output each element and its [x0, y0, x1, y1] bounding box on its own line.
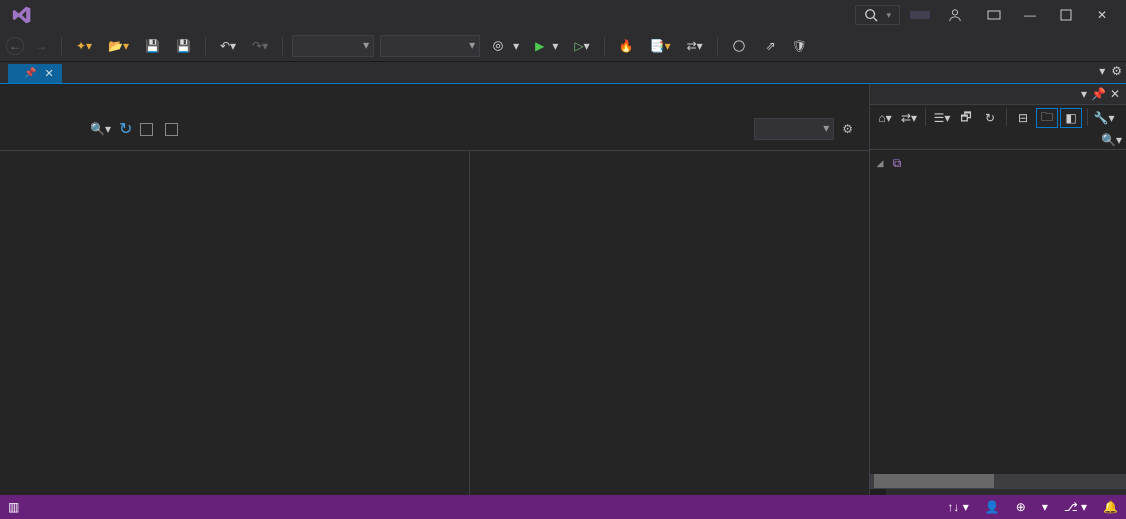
gear-icon: [491, 39, 505, 53]
sign-in-button[interactable]: [940, 8, 976, 22]
current-branch[interactable]: ▾: [1042, 500, 1048, 514]
repo-name[interactable]: ⎇ ▾: [1064, 500, 1087, 514]
solution-root[interactable]: ◢ ⧉: [870, 154, 1126, 173]
hot-reload-button[interactable]: 🔥: [614, 36, 639, 56]
active-window-title[interactable]: [910, 11, 930, 19]
solution-explorer-title: ▾ 📌 ✕: [870, 84, 1126, 105]
github-user[interactable]: ⊕: [1016, 500, 1026, 514]
document-tab-strip: 📌 ✕ ▾ ⚙: [0, 62, 1126, 84]
solution-tree[interactable]: ◢ ⧉: [870, 150, 1126, 474]
refresh-button[interactable]: ↻: [979, 108, 1001, 128]
document-tab-nuget[interactable]: 📌 ✕: [8, 64, 62, 83]
pin-panel-icon[interactable]: 📌: [1091, 87, 1106, 101]
panel-options-button[interactable]: ▾: [1081, 87, 1087, 101]
live-share-count[interactable]: 👤: [985, 500, 1000, 514]
workarea: 🔍▾ ↻ ⚙ ▾ 📌 ✕ ⌂▾ ⇄▾: [0, 84, 1126, 495]
github-copilot-button[interactable]: [727, 36, 755, 56]
nuget-tabs: [0, 84, 869, 108]
search-icon[interactable]: 🔍▾: [1101, 133, 1122, 147]
pending-changes-filter-button[interactable]: ☰▾: [931, 108, 953, 128]
startup-project-dropdown[interactable]: ▾: [486, 36, 524, 56]
horizontal-scrollbar[interactable]: [870, 474, 1126, 488]
admin-button[interactable]: 🛡: [787, 36, 812, 56]
browse-button[interactable]: 📑▾: [645, 36, 676, 56]
search-button[interactable]: ▾: [855, 5, 900, 25]
home-button[interactable]: ⌂▾: [874, 108, 896, 128]
undo-button[interactable]: ↶▾: [215, 36, 241, 56]
solution-explorer-toolbar: ⌂▾ ⇄▾ ☰▾ 🗗 ↻ ⊟ 🗀 ◧ 🔧▾: [870, 105, 1126, 131]
redo-button[interactable]: ↷▾: [247, 36, 273, 56]
package-details-pane: [470, 151, 869, 495]
pin-icon[interactable]: 📌: [24, 68, 36, 79]
minimize-button[interactable]: —: [1012, 1, 1048, 29]
notifications-icon[interactable]: 🔔: [1103, 500, 1118, 514]
window-settings-icon[interactable]: ⚙: [1111, 64, 1122, 78]
error-warning-summary[interactable]: ↑↓ ▾: [947, 500, 968, 514]
nuget-toolbar: 🔍▾ ↻ ⚙: [0, 108, 869, 151]
save-all-button[interactable]: 💾: [171, 36, 196, 56]
window-options-button[interactable]: [976, 1, 1012, 29]
share-button[interactable]: ⇗: [761, 36, 781, 56]
titlebar: ▾ — ✕: [0, 0, 1126, 30]
show-vulnerable-checkbox[interactable]: [165, 123, 182, 136]
start-debugging-button[interactable]: ▶ ▾: [530, 36, 563, 56]
nuget-settings-icon[interactable]: ⚙: [842, 122, 853, 136]
solution-icon: ⧉: [890, 157, 904, 171]
user-icon: [948, 8, 962, 22]
refresh-button[interactable]: ↻: [119, 119, 132, 139]
start-without-debugging-button[interactable]: ▷▾: [569, 36, 594, 56]
properties-button[interactable]: 🔧▾: [1093, 108, 1115, 128]
main-toolbar: ← → ✦▾ 📂▾ 💾 💾 ↶▾ ↷▾ ▾ ▶ ▾ ▷▾ 🔥 📑▾ ⇄▾ ⇗ 🛡: [0, 30, 1126, 62]
statusbar: ▥ ↑↓ ▾ 👤 ⊕ ▾ ⎇ ▾ 🔔: [0, 495, 1126, 519]
copilot-icon: [732, 39, 746, 53]
solution-explorer: ▾ 📌 ✕ ⌂▾ ⇄▾ ☰▾ 🗗 ↻ ⊟ 🗀 ◧ 🔧▾ 🔍▾ ◢: [870, 84, 1126, 495]
platform-dropdown[interactable]: [380, 35, 480, 57]
visual-studio-logo-icon: [12, 5, 32, 25]
preview-selected-button[interactable]: ◧: [1060, 108, 1082, 128]
solution-config-dropdown[interactable]: [292, 35, 374, 57]
switch-views-button[interactable]: ⇄▾: [898, 108, 920, 128]
solution-explorer-search[interactable]: 🔍▾: [870, 131, 1126, 150]
include-prerelease-checkbox[interactable]: [140, 123, 157, 136]
new-item-button[interactable]: ✦▾: [71, 36, 97, 56]
save-button[interactable]: 💾: [140, 36, 165, 56]
close-panel-icon[interactable]: ✕: [1110, 87, 1120, 101]
solution-explorer-bottom-tabs: [870, 488, 1126, 495]
nuget-search-input[interactable]: 🔍▾: [16, 122, 111, 137]
show-all-files-button[interactable]: 🗀: [1036, 108, 1058, 128]
package-list[interactable]: [0, 151, 470, 495]
package-list-area: [0, 151, 869, 495]
nuget-package-manager: 🔍▾ ↻ ⚙: [0, 84, 870, 495]
search-icon: [864, 8, 878, 22]
open-file-button[interactable]: 📂▾: [103, 36, 134, 56]
close-button[interactable]: ✕: [1084, 1, 1120, 29]
play-icon: ▶: [535, 39, 544, 53]
maximize-button[interactable]: [1048, 1, 1084, 29]
package-source-dropdown[interactable]: [754, 118, 834, 140]
close-tab-icon[interactable]: ✕: [44, 67, 53, 80]
sync-active-document-button[interactable]: 🗗: [955, 108, 977, 128]
search-icon[interactable]: 🔍▾: [90, 122, 111, 136]
collapse-all-button[interactable]: ⊟: [1012, 108, 1034, 128]
tab-overflow-button[interactable]: ▾: [1099, 64, 1105, 78]
output-icon[interactable]: ▥: [8, 500, 19, 514]
live-share-button[interactable]: ⇄▾: [682, 36, 708, 56]
nav-forward-button[interactable]: →: [30, 36, 52, 56]
nav-back-button[interactable]: ←: [6, 37, 24, 55]
